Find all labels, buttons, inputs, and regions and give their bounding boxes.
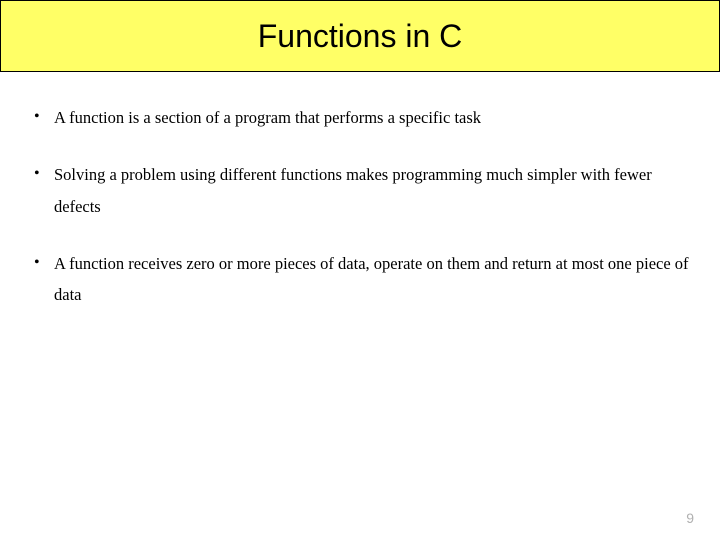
list-item: A function is a section of a program tha… [28,102,692,133]
page-number: 9 [686,510,694,526]
slide-title: Functions in C [258,18,463,55]
list-item: Solving a problem using different functi… [28,159,692,222]
bullet-list: A function is a section of a program tha… [28,102,692,311]
list-item: A function receives zero or more pieces … [28,248,692,311]
slide-body: A function is a section of a program tha… [0,72,720,311]
slide: Functions in C A function is a section o… [0,0,720,540]
title-bar: Functions in C [0,0,720,72]
